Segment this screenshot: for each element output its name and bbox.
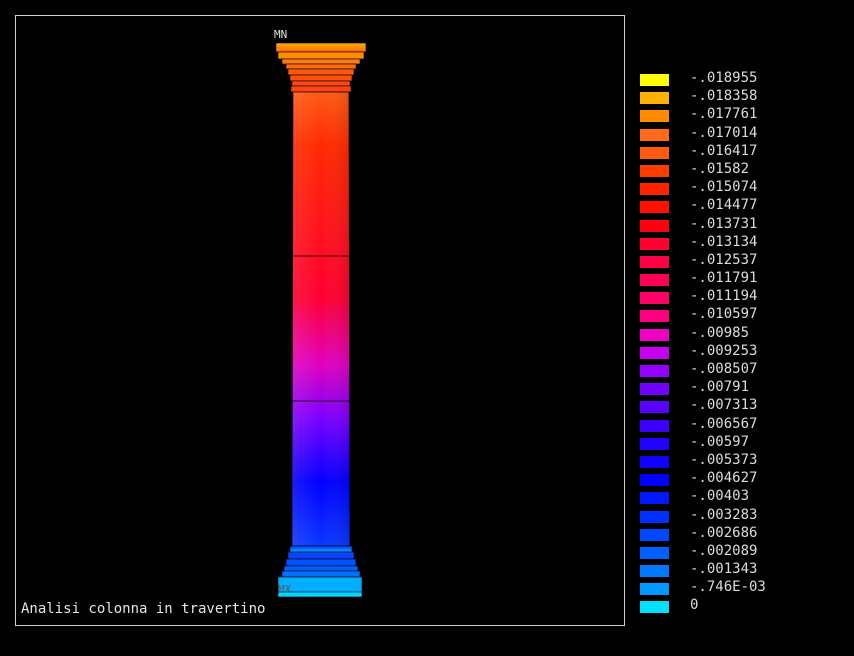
legend-value-label: -.017761 <box>690 106 758 123</box>
legend-row: -.010597 <box>640 305 840 323</box>
legend-row: -.017014 <box>640 124 840 142</box>
legend-color-swatch <box>640 437 669 450</box>
legend-color-swatch <box>640 310 669 323</box>
legend-value-label: -.017014 <box>690 124 758 141</box>
legend-color-swatch <box>640 601 669 614</box>
legend-color-swatch <box>640 455 669 468</box>
legend-row: 0 <box>640 596 840 614</box>
legend-value-label: -.008507 <box>690 361 758 377</box>
legend-row: -.018358 <box>640 87 840 105</box>
legend-row: -.00791 <box>640 378 840 396</box>
legend-value-label: -.002089 <box>690 542 758 559</box>
legend-value-label: -.00597 <box>690 433 750 450</box>
legend-value-label: -.018955 <box>690 70 758 86</box>
legend-value-label: -.012537 <box>690 251 758 268</box>
legend-color-swatch <box>640 510 669 523</box>
legend-row: -.008507 <box>640 360 840 378</box>
legend-row: -.016417 <box>640 142 840 160</box>
legend-color-swatch <box>640 383 669 396</box>
legend-row: -.012537 <box>640 251 840 269</box>
legend-color-swatch <box>640 292 669 305</box>
legend-color-swatch <box>640 74 669 86</box>
legend-value-label: -.013731 <box>690 215 758 232</box>
legend-color-swatch <box>640 92 669 105</box>
legend-color-swatch <box>640 110 669 123</box>
legend-value-label: -.005373 <box>690 451 758 468</box>
legend-value-label: -.00403 <box>690 488 750 505</box>
legend-row: -.004627 <box>640 469 840 487</box>
graphics-viewport[interactable]: MN MX Analisi colonna in travertino <box>15 15 625 626</box>
legend-value-label: -.00985 <box>690 324 750 341</box>
legend-row: -.015074 <box>640 178 840 196</box>
legend-color-swatch <box>640 183 669 196</box>
legend-color-swatch <box>640 201 669 214</box>
min-value-marker: MN <box>274 28 288 41</box>
legend-row: -.014477 <box>640 196 840 214</box>
legend-value-label: -.013134 <box>690 233 758 250</box>
legend-color-swatch <box>640 146 669 159</box>
legend-color-swatch <box>640 164 669 177</box>
legend-value-label: -.007313 <box>690 397 758 414</box>
legend-value-label: -.006567 <box>690 415 758 432</box>
legend-row: -.006567 <box>640 415 840 433</box>
legend-row: -.002089 <box>640 542 840 560</box>
legend-color-swatch <box>640 583 669 596</box>
legend-row: -.002686 <box>640 524 840 542</box>
column-capital <box>275 42 367 93</box>
legend-value-label: -.746E-03 <box>690 579 766 596</box>
contour-legend: -.018955 -.018358 -.017761 -.017014 -.016417… <box>640 69 840 615</box>
legend-color-swatch <box>640 401 669 414</box>
legend-value-label: -.002686 <box>690 524 758 541</box>
legend-row: -.746E-03 <box>640 578 840 596</box>
column-shaft <box>291 91 351 547</box>
legend-color-swatch <box>640 365 669 377</box>
max-value-marker: MX <box>278 583 292 596</box>
legend-row: -.00985 <box>640 324 840 342</box>
legend-color-swatch <box>640 565 669 578</box>
legend-color-swatch <box>640 346 669 359</box>
legend-value-label: -.01582 <box>690 160 750 177</box>
legend-value-label: -.003283 <box>690 506 758 523</box>
legend-value-label: -.016417 <box>690 142 758 159</box>
legend-value-label: -.00791 <box>690 379 750 396</box>
legend-value-label: -.011194 <box>690 288 758 305</box>
legend-color-swatch <box>640 237 669 250</box>
legend-row: -.005373 <box>640 451 840 469</box>
legend-value-label: -.010597 <box>690 306 758 323</box>
legend-row: -.001343 <box>640 560 840 578</box>
legend-color-swatch <box>640 128 669 141</box>
legend-color-swatch <box>640 492 669 505</box>
column-contour-plot <box>275 42 367 598</box>
legend-color-swatch <box>640 528 669 541</box>
legend-color-swatch <box>640 546 669 559</box>
legend-row: -.003283 <box>640 506 840 524</box>
legend-value-label: -.001343 <box>690 561 758 578</box>
legend-color-swatch <box>640 274 669 287</box>
legend-row: -.011194 <box>640 287 840 305</box>
legend-row: -.011791 <box>640 269 840 287</box>
legend-row: -.013134 <box>640 233 840 251</box>
legend-row: -.017761 <box>640 105 840 123</box>
legend-row: -.01582 <box>640 160 840 178</box>
legend-row: -.007313 <box>640 396 840 414</box>
legend-row: -.018955 <box>640 69 840 87</box>
legend-value-label: -.009253 <box>690 342 758 359</box>
legend-color-swatch <box>640 219 669 232</box>
legend-row: -.00597 <box>640 433 840 451</box>
legend-value-label: -.014477 <box>690 197 758 214</box>
legend-color-swatch <box>640 419 669 432</box>
legend-row: -.009253 <box>640 342 840 360</box>
legend-color-swatch <box>640 328 669 341</box>
legend-color-swatch <box>640 474 669 487</box>
legend-value-label: -.018358 <box>690 88 758 105</box>
legend-row: -.013731 <box>640 215 840 233</box>
legend-value-label: -.004627 <box>690 470 758 487</box>
legend-color-swatch <box>640 255 669 268</box>
plot-caption: Analisi colonna in travertino <box>21 601 266 617</box>
legend-row: -.00403 <box>640 487 840 505</box>
legend-value-label: -.015074 <box>690 179 758 196</box>
legend-value-label: 0 <box>690 597 699 614</box>
legend-value-label: -.011791 <box>690 270 758 287</box>
